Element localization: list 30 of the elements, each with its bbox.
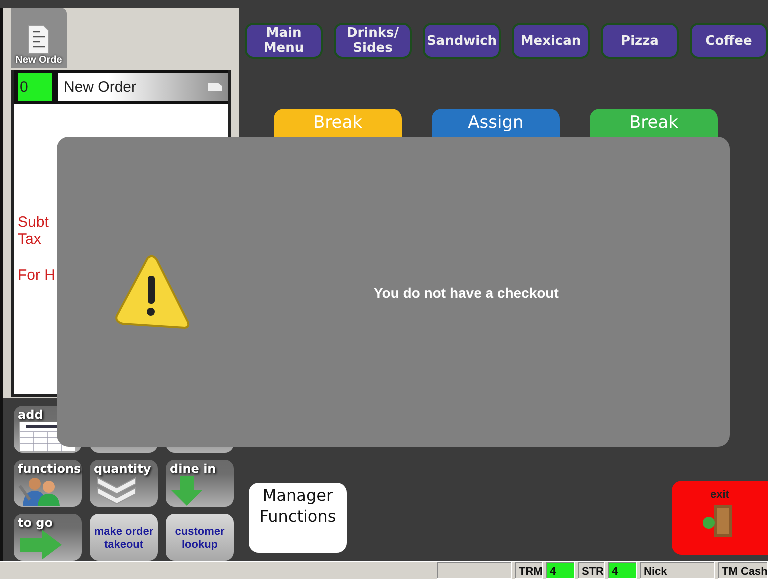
order-button[interactable]: make order takeout <box>90 514 158 561</box>
manager-functions-button[interactable]: Manager Functions <box>249 483 347 553</box>
order-button[interactable]: dine in <box>166 460 234 507</box>
category-button[interactable]: Coffee <box>690 23 768 59</box>
category-button[interactable]: Mexican <box>512 23 590 59</box>
store-number: 4 <box>608 562 637 579</box>
category-button[interactable]: Sandwich <box>423 23 501 59</box>
alert-message: You do not have a checkout <box>374 285 559 301</box>
status-label: STR <box>578 562 605 579</box>
status-label: TRM <box>515 562 543 579</box>
order-button[interactable]: functions <box>14 460 82 507</box>
footer-text: For H <box>18 267 56 284</box>
order-button[interactable]: customer lookup <box>166 514 234 561</box>
user-name: Nick <box>640 562 715 579</box>
user-role: TM Cash <box>718 562 768 579</box>
warning-icon <box>113 254 191 330</box>
category-button[interactable]: Drinks/ Sides <box>334 23 412 59</box>
order-number: 0 <box>18 73 52 101</box>
right-arrow-icon <box>18 530 64 560</box>
order-button[interactable]: to go <box>14 514 82 561</box>
total-label: Tax <box>18 231 42 248</box>
document-icon <box>28 25 50 55</box>
order-button[interactable]: quantity <box>90 460 158 507</box>
total-label: Subt <box>18 214 50 231</box>
category-button[interactable]: Pizza <box>601 23 679 59</box>
exit-button[interactable]: exit <box>672 481 768 555</box>
order-title: New Order <box>64 78 137 96</box>
down-arrow-icon <box>170 476 204 506</box>
category-button[interactable]: Main Menu <box>245 23 323 59</box>
terminal-number: 4 <box>546 562 575 579</box>
